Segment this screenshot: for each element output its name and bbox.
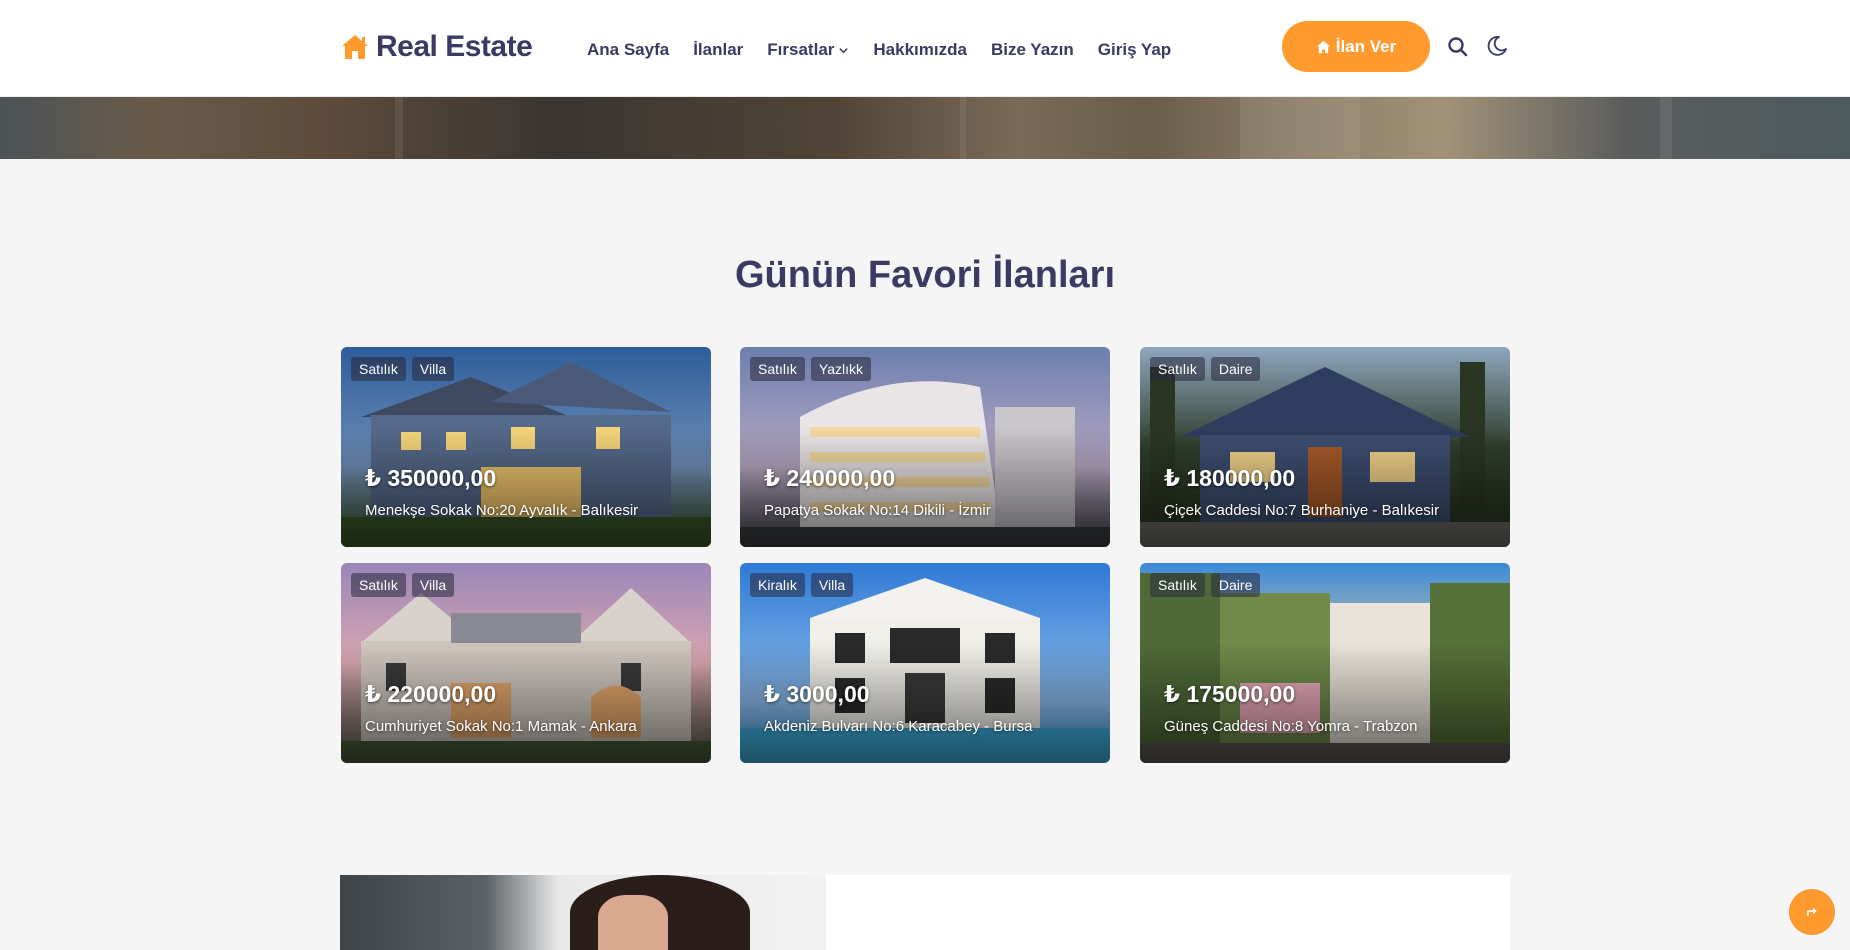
listing-tags: Satılık Yazlıkk (750, 357, 871, 381)
nav-item-listings[interactable]: İlanlar (693, 40, 743, 60)
listing-price: ₺ 180000,00 (1164, 465, 1296, 491)
listing-address: Cumhuriyet Sokak No:1 Mamak - Ankara (365, 718, 637, 735)
nav-item-login[interactable]: Giriş Yap (1098, 40, 1171, 60)
arrow-up-icon (1807, 907, 1817, 916)
promo-photo (340, 875, 826, 950)
listing-card[interactable]: Satılık Daire ₺ 175000,00 Güneş Caddesi … (1140, 563, 1510, 763)
status-badge: Satılık (351, 573, 406, 597)
status-badge: Satılık (1150, 357, 1205, 381)
listing-card[interactable]: Satılık Daire ₺ 180000,00 Çiçek Caddesi … (1140, 347, 1510, 547)
nav-item-deals-label: Fırsatlar (767, 40, 835, 59)
nav-item-deals[interactable]: Fırsatlar (767, 40, 849, 60)
listing-price: ₺ 175000,00 (1164, 681, 1296, 707)
moon-icon[interactable] (1486, 35, 1508, 57)
main-nav: Ana Sayfa İlanlar Fırsatlar Hakkımızda B… (587, 40, 1171, 60)
status-badge: Satılık (351, 357, 406, 381)
listing-address: Güneş Caddesi No:8 Yomra - Trabzon (1164, 718, 1418, 735)
scroll-to-top-button[interactable] (1789, 889, 1835, 935)
nav-item-contact[interactable]: Bize Yazın (991, 40, 1074, 60)
listing-card[interactable]: Satılık Yazlıkk ₺ 240000,00 Papatya Soka… (740, 347, 1110, 547)
listing-tags: Kiralık Villa (750, 573, 854, 597)
listing-price: ₺ 3000,00 (764, 681, 870, 707)
home-icon (342, 35, 368, 59)
post-listing-button[interactable]: İlan Ver (1282, 21, 1430, 72)
nav-item-home[interactable]: Ana Sayfa (587, 40, 669, 60)
nav-item-about[interactable]: Hakkımızda (873, 40, 967, 60)
listing-tags: Satılık Daire (1150, 357, 1261, 381)
listing-tags: Satılık Villa (351, 573, 455, 597)
listing-price: ₺ 240000,00 (764, 465, 896, 491)
type-badge: Daire (1210, 357, 1261, 381)
type-badge: Yazlıkk (810, 357, 871, 381)
hero-banner-image (0, 97, 1850, 159)
listing-card[interactable]: Kiralık Villa ₺ 3000,00 Akdeniz Bulvarı … (740, 563, 1110, 763)
listing-address: Akdeniz Bulvarı No:6 Karacabey - Bursa (764, 718, 1033, 735)
status-badge: Satılık (750, 357, 805, 381)
type-badge: Villa (411, 357, 455, 381)
listing-address: Menekşe Sokak No:20 Ayvalık - Balıkesir (365, 502, 639, 519)
chevron-down-icon (839, 47, 849, 53)
listing-address: Papatya Sokak No:14 Dikili - İzmir (764, 502, 991, 519)
listing-address: Çiçek Caddesi No:7 Burhaniye - Balıkesir (1164, 502, 1440, 519)
search-icon[interactable] (1447, 36, 1469, 58)
section-title: Günün Favori İlanları (734, 254, 1116, 296)
post-listing-label: İlan Ver (1335, 36, 1397, 56)
listing-tags: Satılık Daire (1150, 573, 1261, 597)
brand-logo[interactable]: Real Estate (340, 30, 533, 64)
home-icon (1316, 40, 1330, 53)
listing-card[interactable]: Satılık Villa ₺ 220000,00 Cumhuriyet Sok… (341, 563, 711, 763)
listing-price: ₺ 220000,00 (365, 681, 497, 707)
type-badge: Villa (411, 573, 455, 597)
type-badge: Villa (810, 573, 854, 597)
brand-name: Real Estate (376, 30, 533, 63)
promo-section (340, 875, 1510, 950)
status-badge: Kiralık (750, 573, 805, 597)
navbar: Real Estate Ana Sayfa İlanlar Fırsatlar … (0, 0, 1850, 97)
status-badge: Satılık (1150, 573, 1205, 597)
listing-price: ₺ 350000,00 (365, 465, 497, 491)
type-badge: Daire (1210, 573, 1261, 597)
listing-card[interactable]: Satılık Villa ₺ 350000,00 Menekşe Sokak … (341, 347, 711, 547)
listing-tags: Satılık Villa (351, 357, 455, 381)
